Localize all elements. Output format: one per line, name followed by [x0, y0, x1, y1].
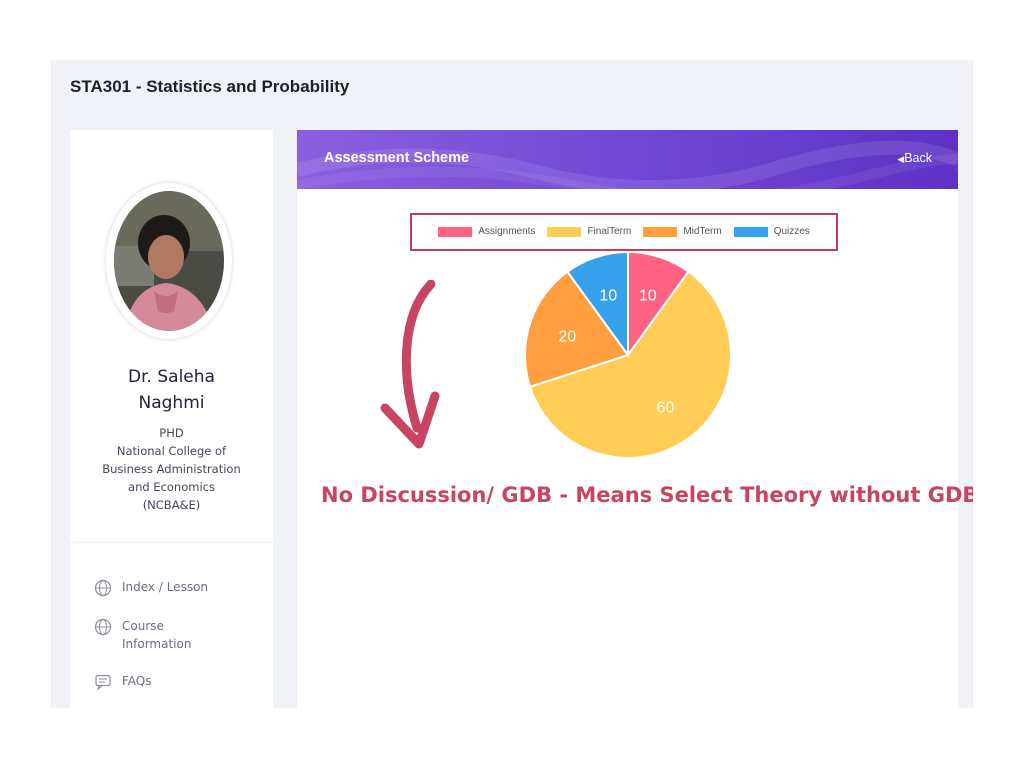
legend-label: FinalTerm [587, 226, 632, 237]
sidebar: Dr. Saleha Naghmi PHD National College o… [70, 130, 273, 708]
professor-institution-line1: National College of [116, 444, 227, 458]
back-label: Back [904, 151, 932, 165]
globe-icon [94, 618, 112, 636]
legend-item-midterm[interactable]: MidTerm [643, 226, 722, 237]
legend-swatch [547, 226, 582, 237]
professor-degree: PHD [159, 426, 184, 440]
pie-label-finalterm: 60 [657, 400, 675, 417]
down-arrow-annotation [380, 280, 440, 449]
legend-label: MidTerm [683, 226, 722, 237]
sidebar-item-course-information[interactable]: Course Information [94, 617, 212, 653]
chart-legend: Assignments FinalTerm MidTerm Quizzes [412, 226, 836, 237]
professor-institution-line3: and Economics [128, 480, 215, 494]
panel-header: Assessment Scheme ◀Back [297, 130, 958, 189]
legend-label: Quizzes [773, 226, 810, 237]
chart-legend-highlight: Assignments FinalTerm MidTerm Quizzes [410, 213, 838, 251]
professor-details: PHD National College of Business Adminis… [70, 424, 273, 514]
professor-institution-line2: Business Administration [102, 462, 241, 476]
professor-name: Dr. Saleha Naghmi [128, 367, 215, 413]
pie-label-assignments: 10 [639, 287, 657, 304]
sidebar-item-label: Index / Lesson [122, 580, 209, 594]
legend-item-finalterm[interactable]: FinalTerm [547, 226, 631, 237]
chat-icon [95, 674, 111, 691]
panel-title: Assessment Scheme [324, 150, 470, 166]
avatar [114, 191, 224, 331]
annotation-note: No Discussion/ GDB - Means Select Theory… [321, 483, 973, 507]
legend-swatch [438, 226, 473, 237]
professor-institution-line4: (NCBA&E) [142, 498, 201, 512]
assessment-panel: Assessment Scheme ◀Back Assignments Fina… [297, 130, 973, 708]
legend-item-quizzes[interactable]: Quizzes [733, 226, 810, 237]
back-button[interactable]: ◀Back [897, 151, 932, 165]
legend-swatch [733, 226, 768, 237]
course-page: STA301 - Statistics and Probability Dr. … [51, 60, 973, 708]
sidebar-item-label: Course Information [122, 619, 192, 651]
avatar-frame [106, 183, 232, 339]
pie-label-midterm: 20 [558, 328, 576, 345]
sidebar-item-label: FAQs [122, 674, 152, 688]
pie-chart: 10 60 20 10 [523, 250, 733, 460]
sidebar-item-index-lesson[interactable]: Index / Lesson [94, 578, 212, 597]
globe-icon [94, 579, 112, 597]
legend-label: Assignments [478, 226, 536, 237]
course-title: STA301 - Statistics and Probability [70, 77, 350, 96]
sidebar-divider [70, 542, 273, 543]
legend-item-assignments[interactable]: Assignments [438, 226, 535, 237]
sidebar-item-faqs[interactable]: FAQs [94, 672, 212, 691]
pie-label-quizzes: 10 [599, 287, 617, 304]
legend-swatch [643, 226, 678, 237]
